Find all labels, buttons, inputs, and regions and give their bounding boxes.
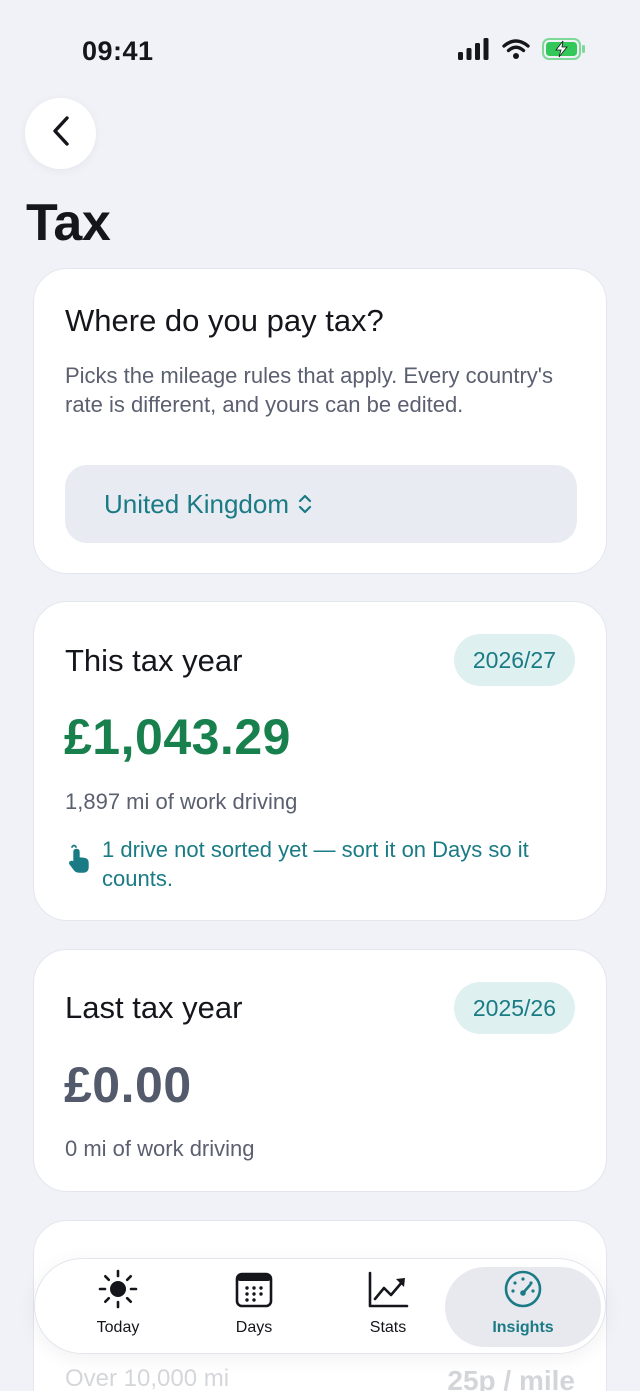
this-tax-year-amount: £1,043.29: [64, 709, 291, 765]
this-tax-year-period-badge: 2026/27: [453, 634, 575, 686]
mileage-rate-threshold: Over 10,000 mi: [65, 1365, 230, 1391]
last-tax-year-amount: £0.00: [64, 1057, 192, 1113]
this-tax-year-miles: 1,897 mi of work driving: [65, 789, 298, 814]
status-bar: 09:41: [0, 0, 640, 100]
country-card: Where do you pay tax? Picks the mileage …: [33, 268, 607, 574]
gauge-icon: [503, 1267, 543, 1309]
calendar-icon: [235, 1267, 273, 1309]
country-select[interactable]: United Kingdom: [65, 465, 577, 543]
chevron-left-icon: [49, 115, 73, 152]
page-title: Tax: [26, 194, 111, 252]
cellular-signal-icon: [458, 38, 490, 65]
status-icons: [458, 38, 586, 65]
unsorted-drive-notice-text: 1 drive not sorted yet — sort it on Days…: [102, 837, 529, 891]
last-tax-year-period-badge: 2025/26: [453, 982, 575, 1034]
country-select-value: United Kingdom: [104, 488, 289, 519]
wifi-icon: [502, 38, 530, 65]
unsorted-drive-notice[interactable]: 1 drive not sorted yet — sort it on Days…: [65, 835, 565, 893]
sun-icon: [98, 1267, 138, 1309]
tab-insights[interactable]: Insights: [463, 1267, 583, 1347]
tab-today[interactable]: Today: [58, 1267, 178, 1347]
battery-charging-icon: [542, 38, 586, 65]
status-time: 09:41: [82, 36, 154, 66]
tab-insights-label: Insights: [492, 1319, 554, 1336]
back-button[interactable]: [25, 98, 96, 169]
mileage-rate-value: 25p / mile: [447, 1365, 575, 1391]
last-tax-year-miles: 0 mi of work driving: [65, 1136, 255, 1161]
last-tax-year-card[interactable]: Last tax year 2025/26 £0.00 0 mi of work…: [33, 949, 607, 1192]
hand-tap-icon: [65, 843, 93, 880]
tab-today-label: Today: [96, 1319, 140, 1336]
this-tax-year-heading: This tax year: [65, 643, 243, 678]
last-tax-year-heading: Last tax year: [65, 990, 243, 1025]
tab-days[interactable]: Days: [194, 1267, 314, 1347]
tab-stats[interactable]: Stats: [328, 1267, 448, 1347]
tab-days-label: Days: [235, 1319, 273, 1336]
tax-screen: 09:41 Tax Where do you pay tax? Picks th…: [0, 0, 640, 1391]
this-tax-year-card[interactable]: This tax year 2026/27 £1,043.29 1,897 mi…: [33, 601, 607, 921]
chevron-up-down-icon: [297, 492, 313, 516]
tab-bar: Today Days Stats Insights: [34, 1258, 606, 1354]
country-card-description: Picks the mileage rules that apply. Ever…: [65, 363, 554, 417]
chart-icon: [367, 1267, 409, 1309]
tab-stats-label: Stats: [369, 1319, 407, 1336]
country-card-heading: Where do you pay tax?: [65, 303, 384, 338]
